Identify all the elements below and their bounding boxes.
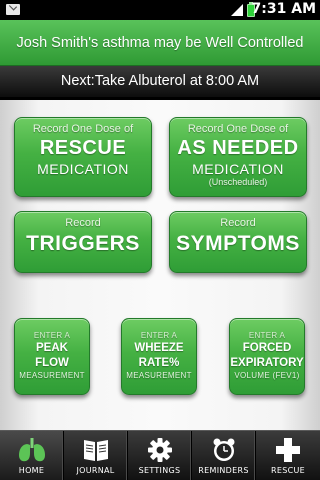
- enter-fev1-button[interactable]: ENTER A FORCED EXPIRATORY VOLUME (FEV1): [229, 318, 305, 395]
- wheeze-rate-subtitle: MEASUREMENT: [126, 371, 192, 380]
- asthma-status-banner: Josh Smith's asthma may be Well Controll…: [0, 20, 320, 66]
- tab-reminders[interactable]: REMINDERS: [192, 431, 256, 480]
- symptoms-button-title: SYMPTOMS: [176, 232, 300, 255]
- peak-flow-title-line1: PEAK: [36, 342, 68, 354]
- fev1-subtitle: VOLUME (FEV1): [234, 371, 300, 380]
- tab-home-label: HOME: [18, 466, 45, 475]
- next-dose-banner: Next:Take Albuterol at 8:00 AM: [0, 66, 320, 100]
- signal-icon: [231, 4, 243, 16]
- tab-settings-label: SETTINGS: [138, 466, 181, 475]
- tab-journal-label: JOURNAL: [76, 466, 115, 475]
- enter-wheeze-rate-button[interactable]: ENTER A WHEEZE RATE% MEASUREMENT: [121, 318, 197, 395]
- peak-flow-subtitle: MEASUREMENT: [19, 371, 85, 380]
- tab-reminders-label: REMINDERS: [198, 466, 249, 475]
- journal-icon: [83, 440, 108, 461]
- alarm-clock-icon: [213, 438, 234, 461]
- as-needed-button-subtitle: MEDICATION: [192, 161, 284, 177]
- record-as-needed-medication-button[interactable]: Record One Dose of AS NEEDED MEDICATION …: [169, 117, 307, 197]
- symptoms-button-caption: Record: [220, 217, 256, 229]
- fev1-title-line1: FORCED: [242, 342, 292, 354]
- rescue-button-title: RESCUE: [39, 137, 127, 159]
- fev1-caption: ENTER A: [248, 331, 286, 340]
- gear-icon: [147, 438, 172, 462]
- bottom-tab-bar: HOME JOURNAL SETTINGS REMINDERS RESCUE: [0, 430, 320, 480]
- tab-home[interactable]: HOME: [0, 431, 64, 480]
- peak-flow-title-line2: FLOW: [35, 357, 69, 369]
- peak-flow-caption: ENTER A: [33, 331, 71, 340]
- status-bar: 7:31 AM: [0, 0, 320, 20]
- lungs-icon: [18, 438, 45, 462]
- tab-rescue-label: RESCUE: [271, 466, 305, 475]
- wheeze-rate-caption: ENTER A: [140, 331, 178, 340]
- mail-icon: [6, 4, 20, 15]
- fev1-title-line2: EXPIRATORY: [230, 357, 304, 369]
- triggers-button-caption: Record: [65, 217, 101, 229]
- enter-peak-flow-button[interactable]: ENTER A PEAK FLOW MEASUREMENT: [14, 318, 90, 395]
- as-needed-button-caption: Record One Dose of: [187, 123, 289, 135]
- as-needed-button-note: (Unscheduled): [208, 177, 268, 187]
- record-symptoms-button[interactable]: Record SYMPTOMS: [169, 211, 307, 273]
- tab-settings[interactable]: SETTINGS: [128, 431, 192, 480]
- plus-icon: [276, 438, 300, 462]
- record-triggers-button[interactable]: Record TRIGGERS: [14, 211, 152, 273]
- wheeze-rate-title-line1: WHEEZE: [134, 342, 184, 354]
- tab-journal[interactable]: JOURNAL: [64, 431, 128, 480]
- clock-time: 7:31 AM: [251, 1, 316, 17]
- rescue-button-subtitle: MEDICATION: [37, 161, 129, 177]
- tab-rescue[interactable]: RESCUE: [256, 431, 320, 480]
- as-needed-button-title: AS NEEDED: [177, 137, 299, 159]
- wheeze-rate-title-line2: RATE%: [138, 357, 180, 369]
- record-rescue-medication-button[interactable]: Record One Dose of RESCUE MEDICATION: [14, 117, 152, 197]
- rescue-button-caption: Record One Dose of: [32, 123, 134, 135]
- triggers-button-title: TRIGGERS: [26, 232, 140, 255]
